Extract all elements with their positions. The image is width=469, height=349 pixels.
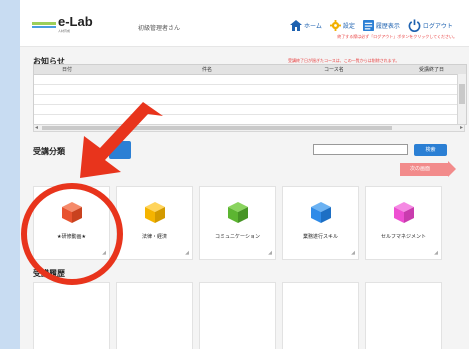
- annotation-overlay: [21, 102, 163, 285]
- red-circle-highlight: [21, 183, 123, 285]
- red-arrow-icon: [80, 102, 163, 178]
